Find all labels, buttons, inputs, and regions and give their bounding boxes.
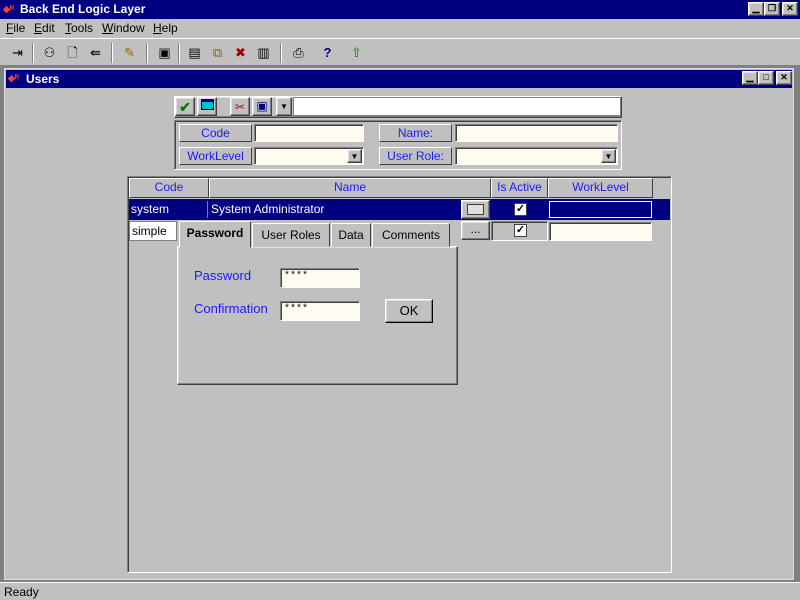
row-ellipsis-button[interactable]: ... — [461, 221, 490, 240]
eraser-icon[interactable]: ✎ — [118, 42, 141, 64]
row-code[interactable]: simple — [129, 221, 177, 241]
grid-header-name[interactable]: Name — [209, 178, 491, 198]
close-icon[interactable]: ✕ — [782, 2, 798, 16]
row-name[interactable]: System Administrator — [210, 201, 460, 218]
row-worklevel[interactable] — [549, 222, 652, 241]
help-icon[interactable]: ? — [316, 42, 339, 64]
copy-icon[interactable]: ⧉ — [206, 42, 229, 64]
row-worklevel[interactable] — [549, 201, 652, 218]
menu-help[interactable]: Help — [153, 21, 178, 35]
menu-edit[interactable]: Edit — [34, 21, 55, 35]
form-view-icon[interactable] — [197, 97, 217, 116]
child-minimize-icon[interactable]: ▁ — [742, 71, 758, 85]
worklevel-filter-select[interactable]: ▼ — [254, 147, 364, 165]
app-title-bar: ◆ᴿ Back End Logic Layer ▁ ❐ ✕ — [0, 0, 800, 19]
cut-icon[interactable]: ✂ — [230, 97, 250, 116]
child-maximize-icon[interactable]: □ — [758, 71, 774, 85]
row-code[interactable]: system — [130, 201, 208, 218]
save-all-icon[interactable]: ▤ — [183, 42, 206, 64]
password-input[interactable]: **** — [280, 268, 360, 288]
confirmation-label: Confirmation — [194, 301, 268, 316]
status-bar: Ready — [0, 582, 800, 600]
menu-bar: File Edit Tools Window Help — [0, 19, 800, 38]
toolbar-separator — [178, 43, 180, 63]
save-record-icon[interactable]: ▣ — [252, 97, 272, 116]
grid-header-is-active[interactable]: Is Active — [491, 178, 548, 198]
row-detail-button[interactable] — [461, 200, 490, 219]
app-logo-icon: ◆ᴿ — [3, 4, 15, 14]
users-window-title: Users — [26, 72, 60, 86]
users-window-title-bar: ◆ᴿ Users ▁ □ ✕ — [6, 70, 792, 88]
toolbar-separator — [146, 43, 148, 63]
worklevel-filter-label: WorkLevel — [179, 147, 252, 165]
password-label: Password — [194, 268, 252, 283]
row-is-active-checkbox[interactable]: ✓ — [514, 203, 527, 216]
code-filter-input[interactable] — [254, 124, 364, 142]
row-is-active-checkbox[interactable]: ✓ — [514, 224, 527, 237]
menu-window[interactable]: Window — [102, 21, 145, 35]
print-icon[interactable]: ⎙ — [287, 42, 310, 64]
grid-header-worklevel[interactable]: WorkLevel — [548, 178, 653, 198]
window-icon — [467, 204, 484, 215]
save-icon[interactable]: ▣ — [153, 42, 176, 64]
import-icon[interactable]: ⇚ — [84, 42, 107, 64]
grid-header-code[interactable]: Code — [129, 178, 209, 198]
chevron-down-icon[interactable]: ▼ — [347, 149, 362, 163]
toolbar-separator — [32, 43, 34, 63]
new-document-icon[interactable]: 🗋 — [61, 42, 84, 64]
minimize-icon[interactable]: ▁ — [748, 2, 764, 16]
tab-data[interactable]: Data — [331, 223, 371, 247]
checkmark-icon[interactable]: ✔ — [175, 97, 195, 116]
menu-tools[interactable]: Tools — [65, 21, 93, 35]
tab-user-roles[interactable]: User Roles — [252, 223, 330, 247]
delete-icon[interactable]: ✖ — [229, 42, 252, 64]
tab-password[interactable]: Password — [179, 221, 251, 248]
menu-file[interactable]: File — [6, 21, 25, 35]
toolbar-separator — [280, 43, 282, 63]
app-title: Back End Logic Layer — [20, 2, 146, 16]
userrole-filter-select[interactable]: ▼ — [455, 147, 618, 165]
confirmation-input[interactable]: **** — [280, 301, 360, 321]
toolbar-separator — [111, 43, 113, 63]
users-icon[interactable]: ⚇ — [38, 42, 61, 64]
chevron-down-icon[interactable]: ▼ — [601, 149, 616, 163]
upload-icon[interactable]: ⇧ — [345, 42, 368, 64]
name-filter-input[interactable] — [455, 124, 618, 142]
name-filter-label: Name: — [379, 124, 452, 142]
child-close-icon[interactable]: ✕ — [776, 71, 792, 85]
userrole-filter-label: User Role: — [379, 147, 452, 165]
ok-button[interactable]: OK — [385, 299, 433, 323]
restore-icon[interactable]: ❐ — [764, 2, 780, 16]
window-logo-icon: ◆ᴿ — [8, 73, 20, 83]
dropdown-arrow-icon[interactable]: ▼ — [276, 97, 292, 116]
toolbar: ⇥ ⚇ 🗋 ⇚ ✎ ▣ ▤ ⧉ ✖ ▥ ⎙ ? ⇧ — [0, 38, 800, 66]
code-filter-label: Code — [179, 124, 252, 142]
tab-comments[interactable]: Comments — [372, 223, 450, 247]
record-search-input[interactable] — [293, 97, 621, 116]
save-as-icon[interactable]: ▥ — [252, 42, 275, 64]
exit-icon[interactable]: ⇥ — [6, 42, 29, 64]
